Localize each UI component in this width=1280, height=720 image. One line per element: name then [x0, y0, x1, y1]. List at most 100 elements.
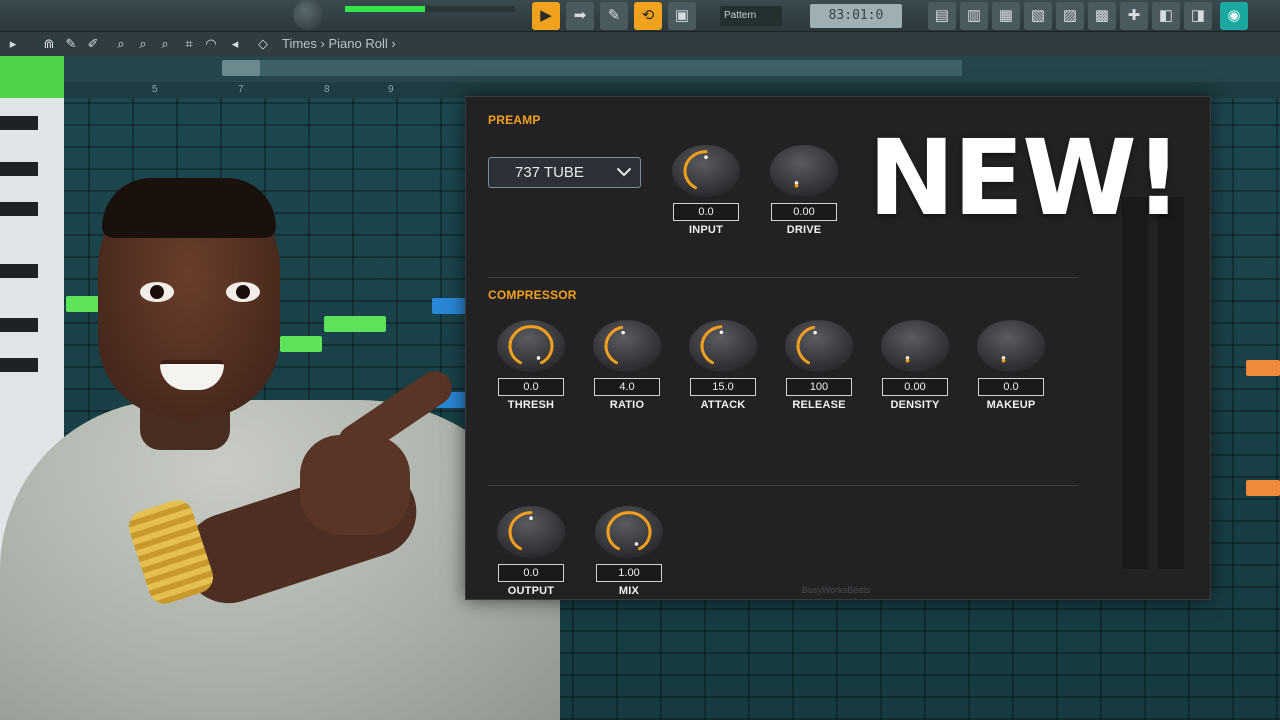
knob-min-marker [1001, 358, 1006, 363]
midi-note[interactable] [1246, 480, 1280, 496]
zoom-in-icon[interactable]: ⌕ [134, 35, 152, 53]
knob-indicator-dot [536, 356, 541, 360]
knob-icon[interactable] [495, 504, 567, 560]
midi-note[interactable] [1246, 360, 1280, 376]
input-value[interactable]: 0.0 [673, 203, 739, 221]
knob-icon[interactable] [591, 318, 663, 374]
makeup-value[interactable]: 0.0 [978, 378, 1044, 396]
browser-icon[interactable]: ▧ [1024, 2, 1052, 30]
knob-body[interactable] [689, 320, 757, 372]
density-value[interactable]: 0.00 [882, 378, 948, 396]
preamp-type-value: 737 TUBE [515, 164, 584, 181]
magnet-icon[interactable]: ⋒ [40, 35, 58, 53]
section-divider [488, 277, 1078, 278]
stamp-icon[interactable]: ▣ [668, 2, 696, 30]
project-icon[interactable]: ▩ [1088, 2, 1116, 30]
online-icon[interactable]: ◉ [1220, 2, 1248, 30]
knob-icon[interactable] [975, 318, 1047, 374]
ratio-knob[interactable]: 4.0 RATIO [582, 318, 672, 418]
presenter-eye [226, 282, 260, 302]
knob-body[interactable] [785, 320, 853, 372]
knob-icon[interactable] [768, 143, 840, 199]
knob-indicator-dot [704, 155, 708, 159]
release-value[interactable]: 100 [786, 378, 852, 396]
knob-min-marker [905, 358, 910, 363]
preamp-type-select[interactable]: 737 TUBE [488, 157, 641, 188]
output-meter-right [1158, 197, 1184, 569]
thumbnail-headline: NEW! [868, 117, 1182, 239]
view-label: Times [282, 36, 317, 51]
knob-body[interactable] [977, 320, 1045, 372]
horizontal-scroll-handle[interactable] [222, 60, 260, 76]
horizontal-scroll-region[interactable] [222, 60, 962, 76]
master-volume-knob[interactable] [293, 0, 323, 30]
attack-knob[interactable]: 15.0 ATTACK [678, 318, 768, 418]
window-title: Piano Roll [328, 36, 388, 51]
density-label: DENSITY [890, 399, 940, 411]
pencil-icon[interactable]: ✎ [600, 2, 628, 30]
knob-indicator-dot [719, 330, 724, 335]
cursor-icon[interactable]: ✎ [62, 35, 80, 53]
knob-body[interactable] [770, 145, 838, 197]
thresh-knob[interactable]: 0.0 THRESH [486, 318, 576, 418]
thresh-value[interactable]: 0.0 [498, 378, 564, 396]
ratio-value[interactable]: 4.0 [594, 378, 660, 396]
attack-value[interactable]: 15.0 [690, 378, 756, 396]
playlist-icon[interactable]: ▦ [992, 2, 1020, 30]
output-knob[interactable]: 0.0 OUTPUT [486, 504, 576, 604]
play-icon[interactable]: ▸ [4, 35, 22, 53]
select-icon[interactable]: ⌗ [180, 35, 198, 53]
ruler-number: 7 [238, 84, 244, 95]
paint-icon[interactable]: ✐ [84, 35, 102, 53]
loop-icon[interactable]: ⟲ [634, 2, 662, 30]
arrow-icon[interactable]: ➡ [566, 2, 594, 30]
ruler-number: 5 [152, 84, 158, 95]
section-divider [488, 485, 1078, 486]
drive-label: DRIVE [786, 224, 822, 236]
knob-indicator-dot [634, 542, 639, 546]
cpu-icon[interactable]: ◧ [1152, 2, 1180, 30]
plugin-picker-icon[interactable]: ▨ [1056, 2, 1084, 30]
pattern-song-toggle[interactable]: ▶ [532, 2, 560, 30]
drive-knob[interactable]: 0.00 DRIVE [759, 143, 849, 243]
knob-body[interactable] [593, 320, 661, 372]
presenter-hair [102, 178, 276, 238]
output-meter-left [1122, 197, 1148, 569]
view-icon[interactable]: ◇ [254, 35, 272, 53]
render-icon[interactable]: ◨ [1184, 2, 1212, 30]
presenter-pupil [150, 285, 164, 299]
knob-icon[interactable] [687, 318, 759, 374]
piano-black-key[interactable] [0, 116, 38, 130]
compressor-section-label: COMPRESSOR [488, 288, 577, 302]
makeup-knob[interactable]: 0.0 MAKEUP [966, 318, 1056, 418]
zoom-out-icon[interactable]: ⌕ [156, 35, 174, 53]
drive-value[interactable]: 0.00 [771, 203, 837, 221]
tools-icon[interactable]: ✚ [1120, 2, 1148, 30]
tempo-display[interactable]: 83:01:0 [810, 4, 902, 28]
density-knob[interactable]: 0.00 DENSITY [870, 318, 960, 418]
speaker-icon[interactable]: ◂ [226, 35, 244, 53]
zoom-icon[interactable]: ⌕ [112, 35, 130, 53]
input-knob[interactable]: 0.0 INPUT [661, 143, 751, 243]
breadcrumb: Times › Piano Roll › [282, 36, 396, 51]
ratio-label: RATIO [609, 399, 645, 411]
headphones-icon[interactable]: ◠ [202, 35, 220, 53]
output-value[interactable]: 0.0 [498, 564, 564, 582]
master-volume-meter [345, 6, 515, 12]
mix-value[interactable]: 1.00 [596, 564, 662, 582]
knob-icon[interactable] [670, 143, 742, 199]
mixer-icon[interactable]: ▤ [928, 2, 956, 30]
knob-body[interactable] [881, 320, 949, 372]
knob-icon[interactable] [593, 504, 665, 560]
channel-rack-icon[interactable]: ▥ [960, 2, 988, 30]
knob-indicator-dot [621, 330, 625, 335]
mix-knob[interactable]: 1.00 MIX [584, 504, 674, 604]
preamp-section-label: PREAMP [488, 113, 541, 127]
knob-icon[interactable] [495, 318, 567, 374]
piano-roll-toolbar: ▸ ⋒ ✎ ✐ ⌕ ⌕ ⌕ ⌗ ◠ ◂ ◇ Times › Piano Roll… [0, 32, 1280, 56]
pattern-select[interactable]: Pattern [720, 6, 782, 26]
knob-min-marker [794, 183, 799, 188]
release-knob[interactable]: 100 RELEASE [774, 318, 864, 418]
knob-icon[interactable] [879, 318, 951, 374]
knob-icon[interactable] [783, 318, 855, 374]
